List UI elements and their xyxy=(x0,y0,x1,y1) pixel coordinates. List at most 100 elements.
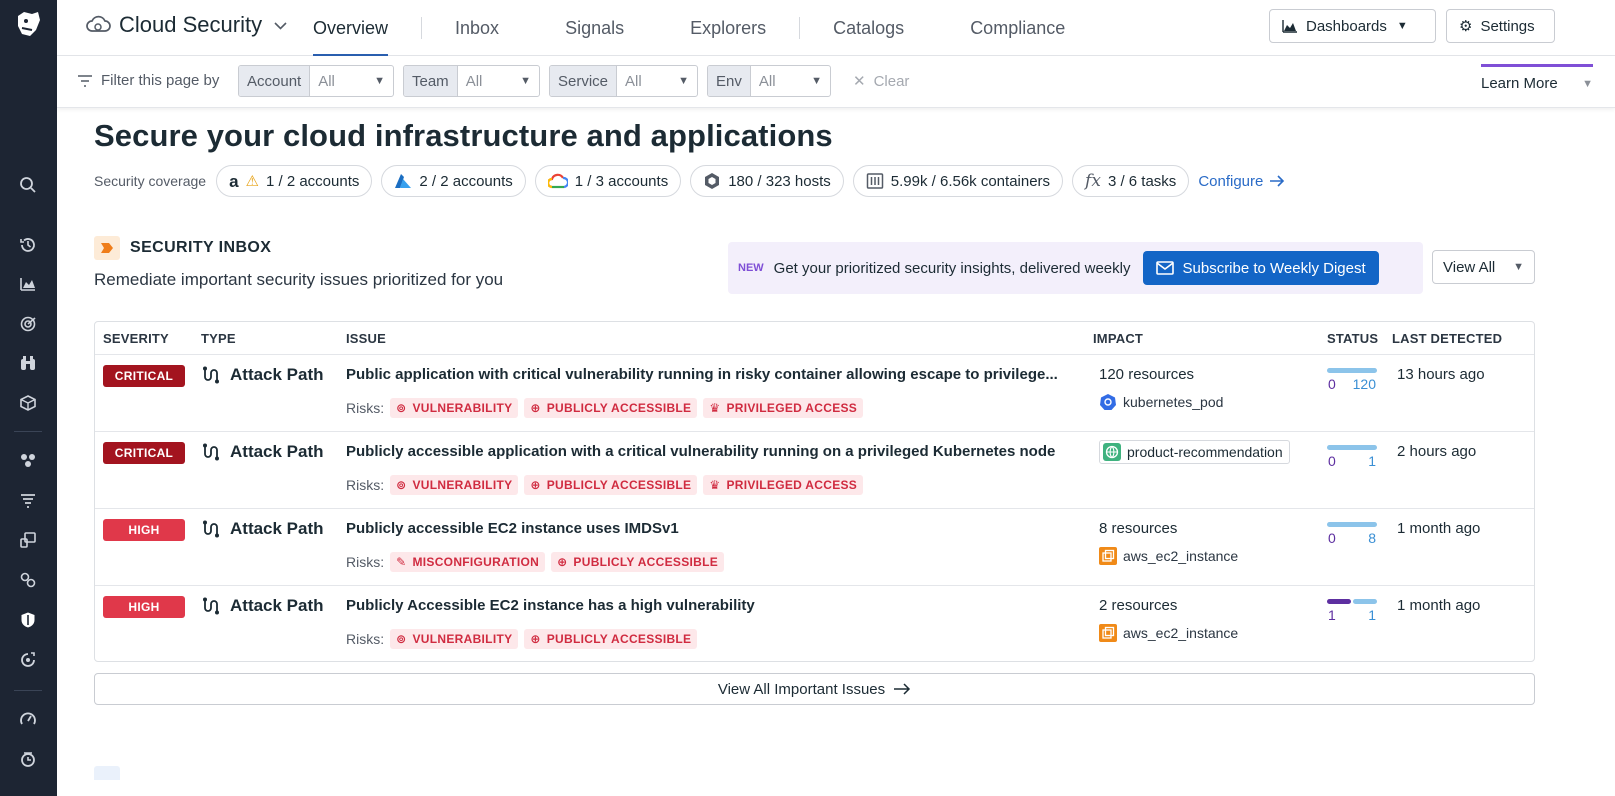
security-shield-icon[interactable] xyxy=(17,609,39,631)
aws-ec2-icon xyxy=(1099,624,1117,642)
risk-list: Risks: ✎ MISCONFIGURATION ⊕ PUBLICLY ACCES… xyxy=(346,552,725,572)
synthetics-icon[interactable] xyxy=(17,649,39,671)
envelope-icon xyxy=(1155,261,1174,275)
col-status[interactable]: STATUS xyxy=(1327,331,1378,346)
dashboards-button[interactable]: Dashboards ▼ xyxy=(1269,9,1436,43)
risks-label: Risks: xyxy=(346,477,385,493)
gcp-logo-icon xyxy=(547,173,568,189)
env-filter[interactable]: Env All ▼ xyxy=(707,65,831,97)
tab-inbox[interactable]: Inbox xyxy=(422,0,532,56)
clear-filters-button[interactable]: ✕ Clear xyxy=(853,72,909,91)
impact-count: 2 resources xyxy=(1099,597,1178,614)
chart-area-icon xyxy=(1282,20,1297,33)
infrastructure-icon[interactable] xyxy=(17,392,39,414)
globe-icon: ⊕ xyxy=(530,401,541,415)
attack-path-icon xyxy=(203,443,219,461)
impact-resource[interactable]: aws_ec2_instance xyxy=(1099,624,1238,642)
issue-type: Attack Path xyxy=(201,596,324,616)
apm-icon[interactable] xyxy=(17,449,39,471)
ci-icon[interactable] xyxy=(17,529,39,551)
inbox-subtitle: Remediate important security issues prio… xyxy=(94,270,504,289)
promo-text: Get your prioritized security insights, … xyxy=(773,259,1131,277)
tab-explorers[interactable]: Explorers xyxy=(657,0,799,56)
status-bar: 11 xyxy=(1327,599,1377,623)
subscribe-button[interactable]: Subscribe to Weekly Digest xyxy=(1142,251,1379,285)
integrations-icon[interactable] xyxy=(17,569,39,591)
inbox-title: SECURITY INBOX xyxy=(130,239,272,256)
impact-resource[interactable]: product-recommendation xyxy=(1099,440,1290,464)
col-type[interactable]: TYPE xyxy=(201,331,236,346)
top-nav: Cloud Security Overview Inbox Signals Ex… xyxy=(57,0,1615,57)
tasks-coverage-pill[interactable]: fx 3 / 6 tasks xyxy=(1072,165,1190,197)
tab-overview[interactable]: Overview xyxy=(313,0,389,57)
service-globe-icon xyxy=(1103,443,1121,461)
table-row[interactable]: HIGH Attack Path Publicly Accessible EC2… xyxy=(95,586,1534,663)
dashboards-icon[interactable] xyxy=(17,273,39,295)
issue-title[interactable]: Publicly accessible application with a c… xyxy=(346,443,1081,460)
speed-gauge-icon[interactable] xyxy=(17,708,39,730)
risk-badge: ⊚ VULNERABILITY xyxy=(390,398,519,418)
account-filter[interactable]: Account All ▼ xyxy=(238,65,394,97)
datadog-logo-icon[interactable] xyxy=(12,8,44,40)
issue-title[interactable]: Public application with critical vulnera… xyxy=(346,366,1081,383)
tasks-coverage-value: 3 / 6 tasks xyxy=(1107,172,1177,190)
watchdog-icon[interactable] xyxy=(17,313,39,335)
dashboards-label: Dashboards xyxy=(1306,17,1387,35)
table-row[interactable]: CRITICAL Attack Path Publicly accessible… xyxy=(95,432,1534,509)
product-switcher[interactable]: Cloud Security xyxy=(85,12,287,38)
tab-catalogs[interactable]: Catalogs xyxy=(800,0,937,56)
settings-button[interactable]: ⚙ Settings xyxy=(1446,9,1555,43)
hosts-coverage-pill[interactable]: 180 / 323 hosts xyxy=(690,165,844,197)
risk-badge: ⊕ PUBLICLY ACCESSIBLE xyxy=(524,398,698,418)
col-issue[interactable]: ISSUE xyxy=(346,331,386,346)
col-last-detected[interactable]: LAST DETECTED xyxy=(1392,331,1502,346)
status-total-count: 8 xyxy=(1368,530,1376,546)
azure-coverage-pill[interactable]: 2 / 2 accounts xyxy=(381,165,526,197)
caret-down-icon: ▼ xyxy=(1582,77,1593,90)
caret-down-icon: ▼ xyxy=(1513,261,1524,273)
table-row[interactable]: CRITICAL Attack Path Public application … xyxy=(95,355,1534,432)
gcp-coverage-pill[interactable]: 1 / 3 accounts xyxy=(534,165,682,197)
service-filter[interactable]: Service All ▼ xyxy=(549,65,698,97)
logs-icon[interactable] xyxy=(17,489,39,511)
risks-label: Risks: xyxy=(346,631,385,647)
incidents-icon[interactable] xyxy=(17,748,39,770)
view-all-dropdown[interactable]: View All ▼ xyxy=(1432,250,1535,284)
vulnerability-icon: ⊚ xyxy=(396,478,407,492)
security-inbox-header: SECURITY INBOX xyxy=(94,236,271,260)
team-filter[interactable]: Team All ▼ xyxy=(403,65,540,97)
weekly-digest-banner: NEW Get your prioritized security insigh… xyxy=(728,242,1423,294)
tab-signals[interactable]: Signals xyxy=(532,0,657,56)
crown-icon: ♛ xyxy=(709,401,721,415)
containers-coverage-pill[interactable]: 5.99k / 6.56k containers xyxy=(852,165,1064,197)
status-open-count: 0 xyxy=(1328,530,1336,546)
gear-icon: ⚙ xyxy=(1459,18,1473,35)
impact-resource[interactable]: aws_ec2_instance xyxy=(1099,547,1238,565)
learn-more-dropdown[interactable]: Learn More ▼ xyxy=(1481,64,1593,98)
severity-badge: HIGH xyxy=(103,519,185,541)
aws-coverage-pill[interactable]: a ⚠ 1 / 2 accounts xyxy=(216,165,373,197)
aws-logo-icon: a xyxy=(229,171,239,191)
col-severity[interactable]: SEVERITY xyxy=(103,331,169,346)
impact-resource[interactable]: kubernetes_pod xyxy=(1099,393,1223,411)
filter-value: All ▼ xyxy=(758,72,822,90)
risk-badge: ⊚ VULNERABILITY xyxy=(390,475,519,495)
view-all-important-issues-button[interactable]: View All Important Issues xyxy=(94,673,1535,705)
risk-badge: ♛ PRIVILEGED ACCESS xyxy=(703,475,864,495)
status-bar: 0 120 xyxy=(1327,368,1377,392)
risk-list: Risks: ⊚ VULNERABILITY ⊕ PUBLICLY ACCESSIB… xyxy=(346,398,864,418)
search-icon[interactable] xyxy=(17,174,39,196)
table-row[interactable]: HIGH Attack Path Publicly accessible EC2… xyxy=(95,509,1534,586)
tab-compliance[interactable]: Compliance xyxy=(937,0,1098,56)
recent-history-icon[interactable] xyxy=(17,234,39,256)
issue-title[interactable]: Publicly Accessible EC2 instance has a h… xyxy=(346,597,1081,614)
warning-icon: ⚠ xyxy=(245,173,259,190)
binoculars-icon[interactable] xyxy=(17,352,39,374)
issue-title[interactable]: Publicly accessible EC2 instance uses IM… xyxy=(346,520,1081,537)
learn-more-label: Learn More xyxy=(1481,75,1558,92)
kubernetes-icon xyxy=(1100,394,1116,410)
status-open-count: 0 xyxy=(1328,453,1336,469)
issue-type-label: Attack Path xyxy=(230,442,324,461)
configure-link[interactable]: Configure xyxy=(1198,173,1285,190)
col-impact[interactable]: IMPACT xyxy=(1093,331,1143,346)
